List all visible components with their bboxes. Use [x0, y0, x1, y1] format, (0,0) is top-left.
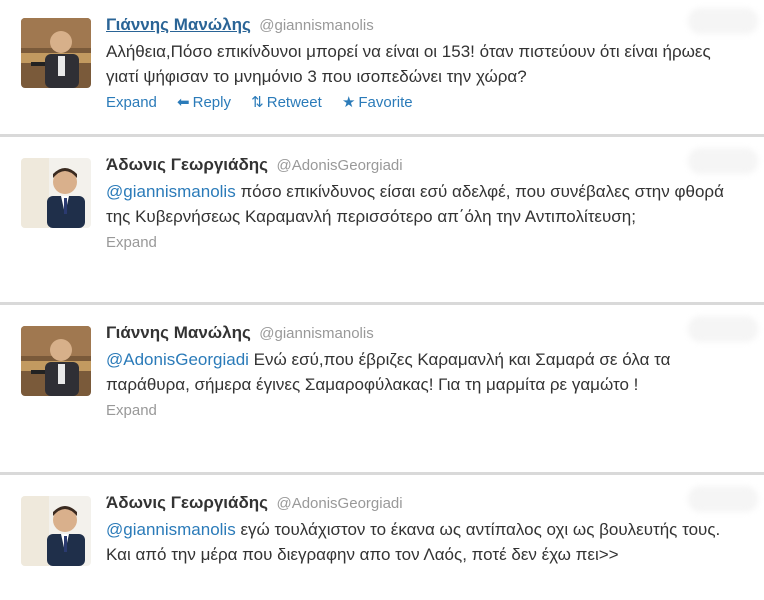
- expand-link[interactable]: Expand: [106, 402, 157, 419]
- author-name[interactable]: Γιάννης Μανώλης: [106, 15, 251, 34]
- author-username[interactable]: @giannismanolis: [259, 17, 373, 34]
- author-name[interactable]: Γιάννης Μανώλης: [106, 323, 251, 342]
- mention-link[interactable]: @giannismanolis: [106, 182, 236, 201]
- avatar[interactable]: [21, 496, 91, 566]
- author-username[interactable]: @AdonisGeorgiadi: [276, 157, 402, 174]
- author-username[interactable]: @AdonisGeorgiadi: [276, 495, 402, 512]
- author-name[interactable]: Άδωνις Γεωργιάδης: [106, 493, 268, 512]
- retweet-button[interactable]: ⇅ Retweet: [251, 94, 326, 111]
- tweet-text: @AdonisGeorgiadi Ενώ εσύ,που έβριζες Καρ…: [106, 350, 671, 394]
- expand-link[interactable]: Expand: [106, 234, 157, 251]
- avatar[interactable]: [21, 326, 91, 396]
- avatar-georgiadis-image: [21, 158, 91, 228]
- star-icon: ★: [341, 94, 356, 111]
- tweet[interactable]: Γιάννης Μανώλης @giannismanolis Αλήθεια,…: [0, 0, 764, 137]
- tweet-timeline: Γιάννης Μανώλης @giannismanolis Αλήθεια,…: [0, 0, 764, 600]
- tweet-actions: Expand ⬅ Reply ⇅ Retweet ★ Favorite: [106, 92, 746, 114]
- redacted-timestamp: [688, 148, 758, 174]
- tweet-actions: Expand: [106, 232, 746, 254]
- avatar-georgiadis-image: [21, 496, 91, 566]
- tweet-text: @giannismanolis εγώ τουλάχιστον το έκανα…: [106, 520, 721, 564]
- tweet-header: Άδωνις Γεωργιάδης @AdonisGeorgiadi: [106, 154, 746, 176]
- tweet-text: @giannismanolis πόσο επικίνδυνος είσαι ε…: [106, 182, 724, 226]
- avatar[interactable]: [21, 18, 91, 88]
- retweet-icon: ⇅: [251, 94, 264, 111]
- tweet[interactable]: Γιάννης Μανώλης @giannismanolis @AdonisG…: [0, 308, 764, 475]
- author-name[interactable]: Άδωνις Γεωργιάδης: [106, 155, 268, 174]
- avatar-manolis-image: [21, 18, 91, 88]
- redacted-timestamp: [688, 8, 758, 34]
- tweet-actions: Expand: [106, 400, 746, 422]
- tweet-text: Αλήθεια,Πόσο επικίνδυνοι μπορεί να είναι…: [106, 42, 711, 86]
- mention-link[interactable]: @AdonisGeorgiadi: [106, 350, 249, 369]
- redacted-timestamp: [688, 486, 758, 512]
- redacted-timestamp: [688, 316, 758, 342]
- tweet-header: Γιάννης Μανώλης @giannismanolis: [106, 322, 746, 344]
- avatar-manolis-image: [21, 326, 91, 396]
- tweet-header: Γιάννης Μανώλης @giannismanolis: [106, 14, 746, 36]
- reply-button[interactable]: ⬅ Reply: [177, 94, 235, 111]
- expand-link[interactable]: Expand: [106, 94, 157, 111]
- reply-arrow-icon: ⬅: [177, 94, 190, 111]
- avatar[interactable]: [21, 158, 91, 228]
- tweet[interactable]: Άδωνις Γεωργιάδης @AdonisGeorgiadi @gian…: [0, 140, 764, 305]
- tweet[interactable]: Άδωνις Γεωργιάδης @AdonisGeorgiadi @gian…: [0, 478, 764, 600]
- author-username[interactable]: @giannismanolis: [259, 325, 373, 342]
- mention-link[interactable]: @giannismanolis: [106, 520, 236, 539]
- tweet-header: Άδωνις Γεωργιάδης @AdonisGeorgiadi: [106, 492, 746, 514]
- favorite-button[interactable]: ★ Favorite: [342, 94, 413, 111]
